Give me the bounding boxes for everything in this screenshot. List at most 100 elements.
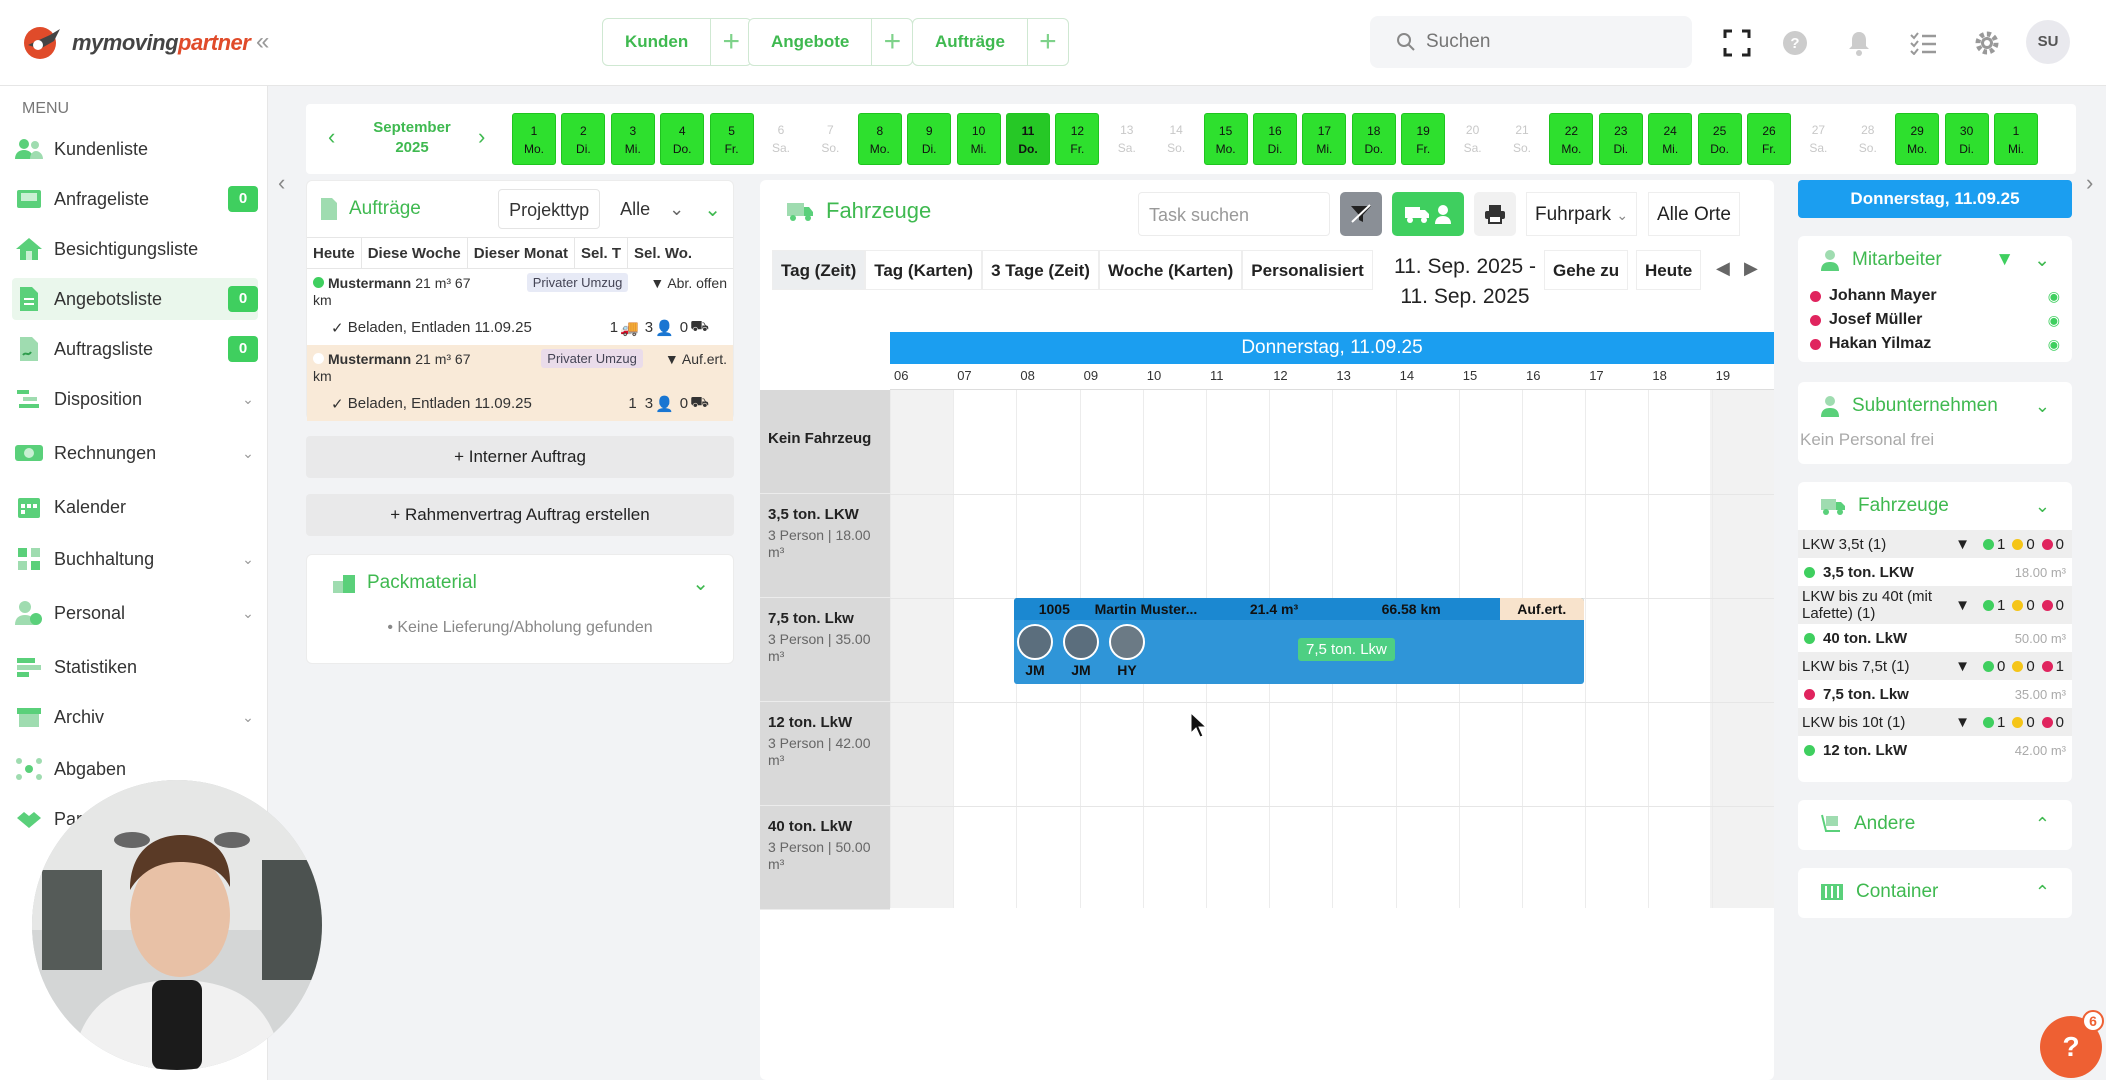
vehicle-item[interactable]: 3,5 ton. LKW 18.00 m³ xyxy=(1798,558,2072,586)
sidebar-item-buchhaltung[interactable]: Buchhaltung ⌄ xyxy=(12,538,258,580)
tasks-icon[interactable] xyxy=(1906,26,1940,60)
tab-woche-karten[interactable]: Woche (Karten) xyxy=(1098,250,1243,290)
day-cell[interactable]: 16 Di. xyxy=(1253,113,1297,165)
order-item[interactable]: Mustermann 21 m³ 67 Privater Umzug ▼ Abr… xyxy=(307,269,733,345)
day-cell[interactable]: 8 Mo. xyxy=(857,113,902,165)
vehicle-item[interactable]: 12 ton. LkW 42.00 m³ xyxy=(1798,736,2072,764)
chevron-down-icon[interactable]: ⌄ xyxy=(692,571,709,596)
print-icon[interactable] xyxy=(1474,192,1516,236)
sidebar-item-abgaben[interactable]: Abgaben xyxy=(12,748,258,790)
goto-button[interactable]: Gehe zu xyxy=(1544,250,1629,290)
day-cell[interactable]: 1 Mi. xyxy=(1994,113,2038,165)
chevron-down-icon[interactable]: ⌄ xyxy=(238,551,258,568)
vehicle-group[interactable]: LKW bis 10t (1) ▼ 1 0 0 xyxy=(1798,708,2072,736)
sidebar-item-auftragsliste[interactable]: Auftragsliste 0 xyxy=(12,328,258,370)
staff-avatar[interactable]: JM xyxy=(1016,624,1054,678)
packmaterial-header[interactable]: Packmaterial ⌄ xyxy=(307,555,733,611)
day-cell[interactable]: 5 Fr. xyxy=(709,113,754,165)
day-cell[interactable]: 19 Fr. xyxy=(1401,113,1446,165)
day-cell[interactable]: 15 Mo. xyxy=(1203,113,1248,165)
day-cell[interactable]: 25 Do. xyxy=(1697,113,1742,165)
add-auftrag-icon[interactable]: + xyxy=(1028,19,1068,65)
bell-icon[interactable] xyxy=(1842,26,1876,60)
staff-avatar[interactable]: JM xyxy=(1062,624,1100,678)
sidebar-item-archiv[interactable]: Archiv ⌄ xyxy=(12,696,258,738)
add-angebot-icon[interactable]: + xyxy=(872,19,912,65)
tab-personalisiert[interactable]: Personalisiert xyxy=(1242,250,1373,290)
day-cell[interactable]: 11 Do. xyxy=(1006,113,1050,165)
day-cell[interactable]: 18 Do. xyxy=(1351,113,1396,165)
vehicle-group[interactable]: LKW bis zu 40t (mit Lafette) (1) ▼ 1 0 0 xyxy=(1798,586,2072,624)
sidebar-item-anfrageliste[interactable]: Anfrageliste 0 xyxy=(12,178,258,220)
orte-select[interactable]: Alle Orte xyxy=(1648,192,1740,236)
tab-sel-t[interactable]: Sel. T xyxy=(575,238,628,268)
search-input[interactable] xyxy=(1426,31,1666,53)
container-header[interactable]: Container ⌃ xyxy=(1798,868,2072,916)
sidebar-item-kundenliste[interactable]: Kundenliste xyxy=(12,128,258,170)
day-cell[interactable]: 28 So. xyxy=(1845,113,1890,165)
chevron-down-icon[interactable]: ⌄ xyxy=(238,605,258,622)
day-cell[interactable]: 20 Sa. xyxy=(1450,113,1495,165)
tab-dieser-monat[interactable]: Dieser Monat xyxy=(468,238,575,268)
subunternehmen-header[interactable]: Subunternehmen ⌄ xyxy=(1798,382,2072,430)
auftraege-button[interactable]: Aufträge xyxy=(913,19,1028,65)
filter-select[interactable]: Alle ⌄ xyxy=(610,189,695,229)
fuhrpark-select[interactable]: Fuhrpark ⌄ xyxy=(1526,192,1638,236)
filter-off-icon[interactable] xyxy=(1340,192,1382,236)
eye-icon[interactable]: ◉ xyxy=(2048,336,2060,353)
chevron-up-icon[interactable]: ⌃ xyxy=(2035,814,2050,835)
day-cell[interactable]: 30 Di. xyxy=(1944,113,1989,165)
day-cell[interactable]: 10 Mi. xyxy=(956,113,1001,165)
task-search-input[interactable]: Task suchen xyxy=(1138,192,1330,236)
staff-avatar[interactable]: HY xyxy=(1108,624,1146,678)
day-cell[interactable]: 13 Sa. xyxy=(1104,113,1149,165)
vehicle-item[interactable]: 7,5 ton. Lkw 35.00 m³ xyxy=(1798,680,2072,708)
day-cell[interactable]: 17 Mi. xyxy=(1302,113,1347,165)
chevron-down-icon[interactable]: ⌄ xyxy=(2035,496,2050,517)
logo[interactable]: mymovingpartner xyxy=(20,20,251,66)
today-button[interactable]: Heute xyxy=(1636,250,1702,290)
collapse-right-icon[interactable]: › xyxy=(2086,170,2093,196)
eye-icon[interactable]: ◉ xyxy=(2048,312,2060,329)
day-cell[interactable]: 4 Do. xyxy=(660,113,705,165)
sidebar-item-rechnungen[interactable]: Rechnungen ⌄ xyxy=(12,432,258,474)
sidebar-item-kalender[interactable]: Kalender xyxy=(12,486,258,528)
chevron-down-icon[interactable]: ⌄ xyxy=(238,445,258,462)
collapse-left-icon[interactable]: ‹ xyxy=(278,170,285,196)
day-cell[interactable]: 22 Mo. xyxy=(1549,113,1594,165)
fullscreen-icon[interactable] xyxy=(1720,26,1754,60)
day-cell[interactable]: 21 So. xyxy=(1500,113,1544,165)
day-cell[interactable]: 14 So. xyxy=(1154,113,1199,165)
day-cell[interactable]: 2 Di. xyxy=(561,113,606,165)
vehicle-group[interactable]: LKW bis 7,5t (1) ▼ 0 0 1 xyxy=(1798,652,2072,680)
add-kunde-icon[interactable]: + xyxy=(711,19,751,65)
angebote-button[interactable]: Angebote xyxy=(749,19,873,65)
sidebar-item-statistiken[interactable]: Statistiken xyxy=(12,646,258,688)
vehicle-staff-toggle[interactable] xyxy=(1392,192,1464,236)
day-cell[interactable]: 7 So. xyxy=(808,113,853,165)
fahrzeuge-right-header[interactable]: Fahrzeuge ⌄ xyxy=(1798,482,2072,530)
day-cell[interactable]: 26 Fr. xyxy=(1747,113,1791,165)
day-cell[interactable]: 27 Sa. xyxy=(1796,113,1841,165)
projekttyp-select[interactable]: Projekttyp xyxy=(498,189,601,229)
order-item[interactable]: Mustermann 21 m³ 67 Privater Umzug ▼ Auf… xyxy=(307,345,733,421)
next-month-icon[interactable]: › xyxy=(478,124,485,150)
day-cell[interactable]: 29 Mo. xyxy=(1895,113,1940,165)
collapse-sidebar-icon[interactable]: « xyxy=(256,28,269,56)
prev-month-icon[interactable]: ‹ xyxy=(328,124,335,150)
andere-header[interactable]: Andere ⌃ xyxy=(1798,800,2072,848)
chevron-down-icon[interactable]: ⌄ xyxy=(704,197,721,222)
chevron-down-icon[interactable]: ⌄ xyxy=(238,709,258,726)
sidebar-item-personal[interactable]: Personal ⌄ xyxy=(12,592,258,634)
chevron-up-icon[interactable]: ⌃ xyxy=(2035,882,2050,903)
tab-tag-karten[interactable]: Tag (Karten) xyxy=(865,250,983,290)
tab-sel-wo[interactable]: Sel. Wo. xyxy=(628,238,698,268)
job-block[interactable]: 1005 Martin Muster... 21.4 m³ 66.58 km A… xyxy=(1014,598,1584,684)
day-cell[interactable]: 3 Mi. xyxy=(610,113,655,165)
help-icon[interactable]: ? xyxy=(1778,26,1812,60)
day-cell[interactable]: 23 Di. xyxy=(1598,113,1643,165)
gear-icon[interactable] xyxy=(1970,26,2004,60)
tab-tag-zeit[interactable]: Tag (Zeit) xyxy=(772,250,866,290)
next-day-icon[interactable]: ▶ xyxy=(1744,258,1758,279)
tab-3-tage-zeit[interactable]: 3 Tage (Zeit) xyxy=(982,250,1099,290)
